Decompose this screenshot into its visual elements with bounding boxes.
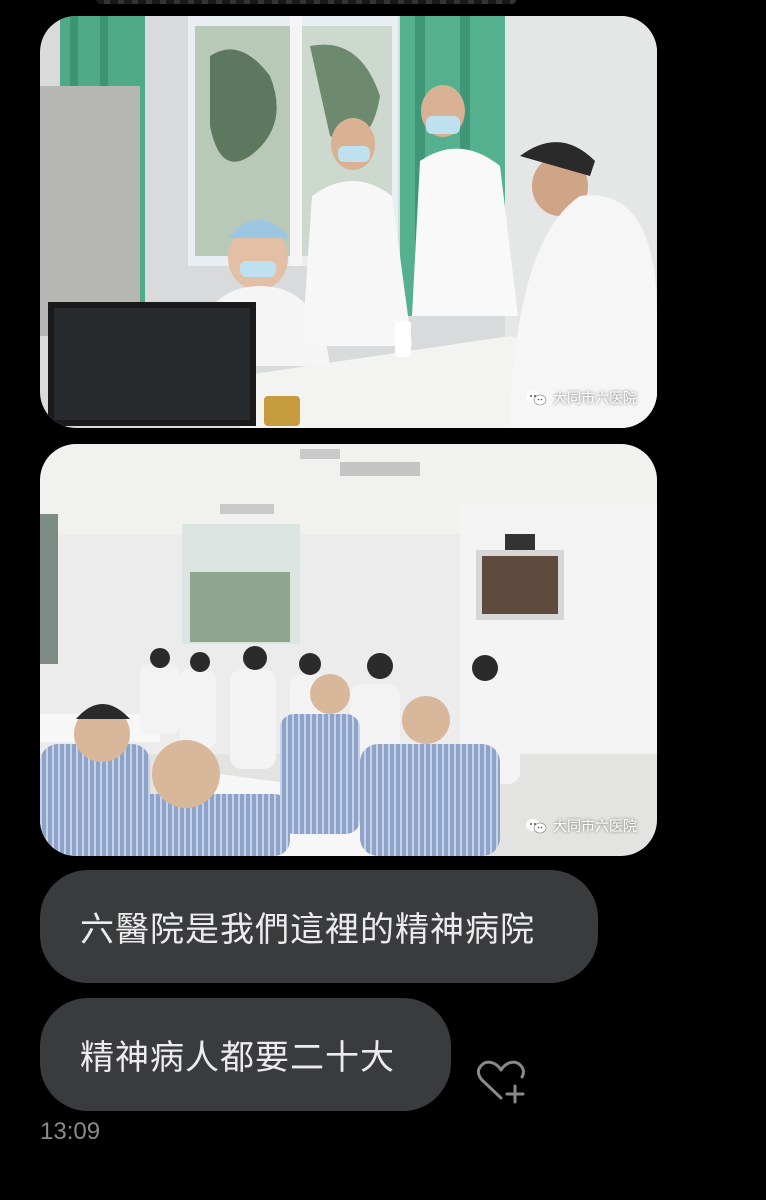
image-message-patients[interactable]: 大同市六医院 [40,444,657,856]
photo-patients-illustration [40,444,657,856]
text-message-bubble[interactable]: 六醫院是我們這裡的精神病院 [40,870,598,983]
wechat-icon [526,819,547,834]
text-message-bubble[interactable]: 精神病人都要二十大 [40,998,451,1111]
chat-screen: 大同市六医院 大同市六医院 六醫院是我們這裡的精神病院 精神病人都要二十大 13… [0,0,766,1200]
watermark-text: 大同市六医院 [553,819,637,835]
photo-doctors-illustration [40,16,657,428]
add-reaction-button[interactable] [474,1058,528,1106]
message-text: 六醫院是我們這裡的精神病院 [80,910,535,950]
heart-plus-icon [476,1060,525,1104]
wechat-icon [526,391,547,406]
watermark-text: 大同市六医院 [553,391,637,407]
image-watermark: 大同市六医院 [525,816,637,836]
image-watermark: 大同市六医院 [525,388,637,408]
previous-message-edge [96,0,516,4]
message-timestamp: 13:09 [40,1118,101,1145]
message-text: 精神病人都要二十大 [80,1038,395,1078]
image-message-doctors[interactable]: 大同市六医院 [40,16,657,428]
